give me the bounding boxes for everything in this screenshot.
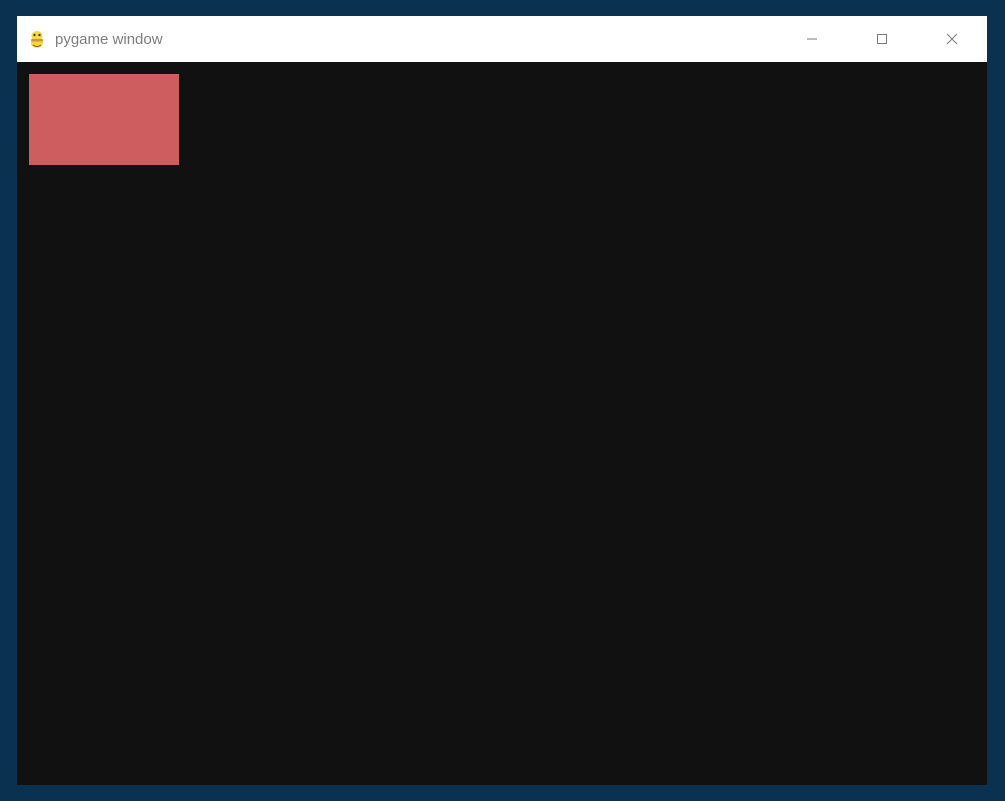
window-title: pygame window	[55, 31, 163, 48]
canvas-rect	[29, 74, 179, 165]
close-button[interactable]	[917, 16, 987, 62]
title-left: pygame window	[17, 29, 163, 49]
application-window: pygame window	[17, 16, 987, 785]
window-controls	[777, 16, 987, 62]
maximize-button[interactable]	[847, 16, 917, 62]
minimize-button[interactable]	[777, 16, 847, 62]
pygame-snake-icon	[27, 29, 47, 49]
titlebar[interactable]: pygame window	[17, 16, 987, 62]
pygame-canvas[interactable]	[17, 62, 987, 785]
